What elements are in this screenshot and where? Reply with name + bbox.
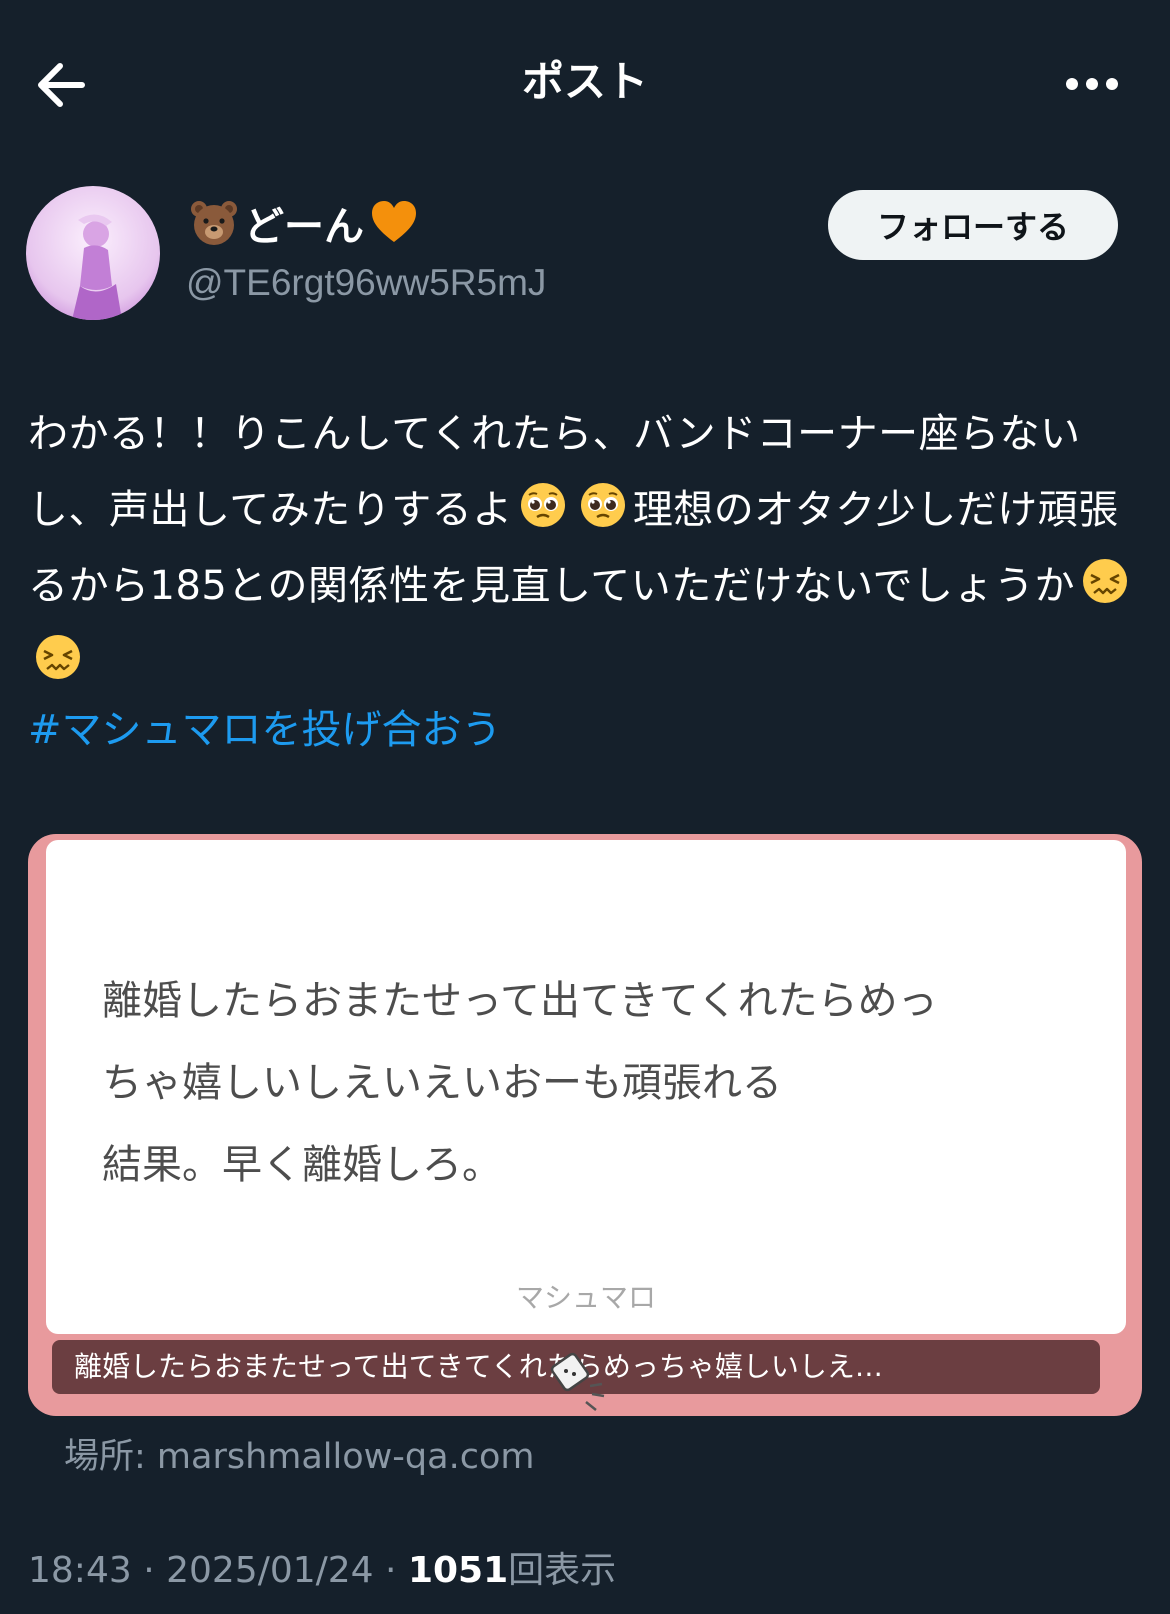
separator: ·: [131, 1550, 167, 1591]
post-metadata: 18:43 · 2025/01/24 · 1051回表示: [28, 1544, 616, 1598]
pleading-face-icon: [580, 483, 625, 527]
confounded-face-icon: [1083, 559, 1128, 603]
follow-button[interactable]: フォローする: [828, 190, 1118, 260]
link-card[interactable]: 離婚したらおまたせって出てきてくれたらめっ ちゃ嬉しいしえいえいおーも頑張れる …: [28, 834, 1142, 1416]
view-count-suffix: 回表示: [508, 1550, 617, 1591]
more-options-icon[interactable]: [1064, 70, 1120, 98]
hashtag-link[interactable]: #マシュマロを投げ合おう: [28, 698, 502, 762]
marshmallow-mascot-icon: [550, 1352, 605, 1411]
page-title: ポスト: [521, 57, 648, 106]
separator: ·: [373, 1550, 408, 1591]
card-line: 結果。早く離婚しろ。: [102, 1142, 502, 1188]
bear-face-icon: [191, 201, 237, 245]
display-name[interactable]: どーん: [188, 196, 424, 254]
post-time: 18:43: [28, 1550, 132, 1591]
avatar[interactable]: [26, 186, 160, 320]
user-handle[interactable]: @TE6rgt96ww5R5mJ: [186, 258, 546, 308]
pleading-face-icon: [520, 483, 565, 527]
post-date: 2025/01/24: [166, 1550, 374, 1591]
top-bar: ポスト: [0, 0, 1170, 170]
card-brand-label: マシュマロ: [515, 1281, 656, 1314]
card-image: 離婚したらおまたせって出てきてくれたらめっ ちゃ嬉しいしえいえいおーも頑張れる …: [46, 840, 1126, 1334]
confounded-face-icon: [36, 635, 80, 679]
card-line: 離婚したらおまたせって出てきてくれたらめっ: [102, 978, 938, 1024]
card-question-text: 離婚したらおまたせって出てきてくれたらめっ ちゃ嬉しいしえいえいおーも頑張れる …: [102, 960, 1082, 1206]
view-count[interactable]: 1051: [408, 1550, 508, 1591]
post-text: わかる！！りこんしてくれたら、バンドコーナー座らないし、声出してみたりするよ 理…: [28, 396, 1148, 700]
orange-heart-icon: [372, 201, 416, 242]
card-line: ちゃ嬉しいしえいえいおーも頑張れる: [102, 1060, 782, 1106]
source-domain-link[interactable]: 場所: marshmallow-qa.com: [64, 1432, 534, 1482]
